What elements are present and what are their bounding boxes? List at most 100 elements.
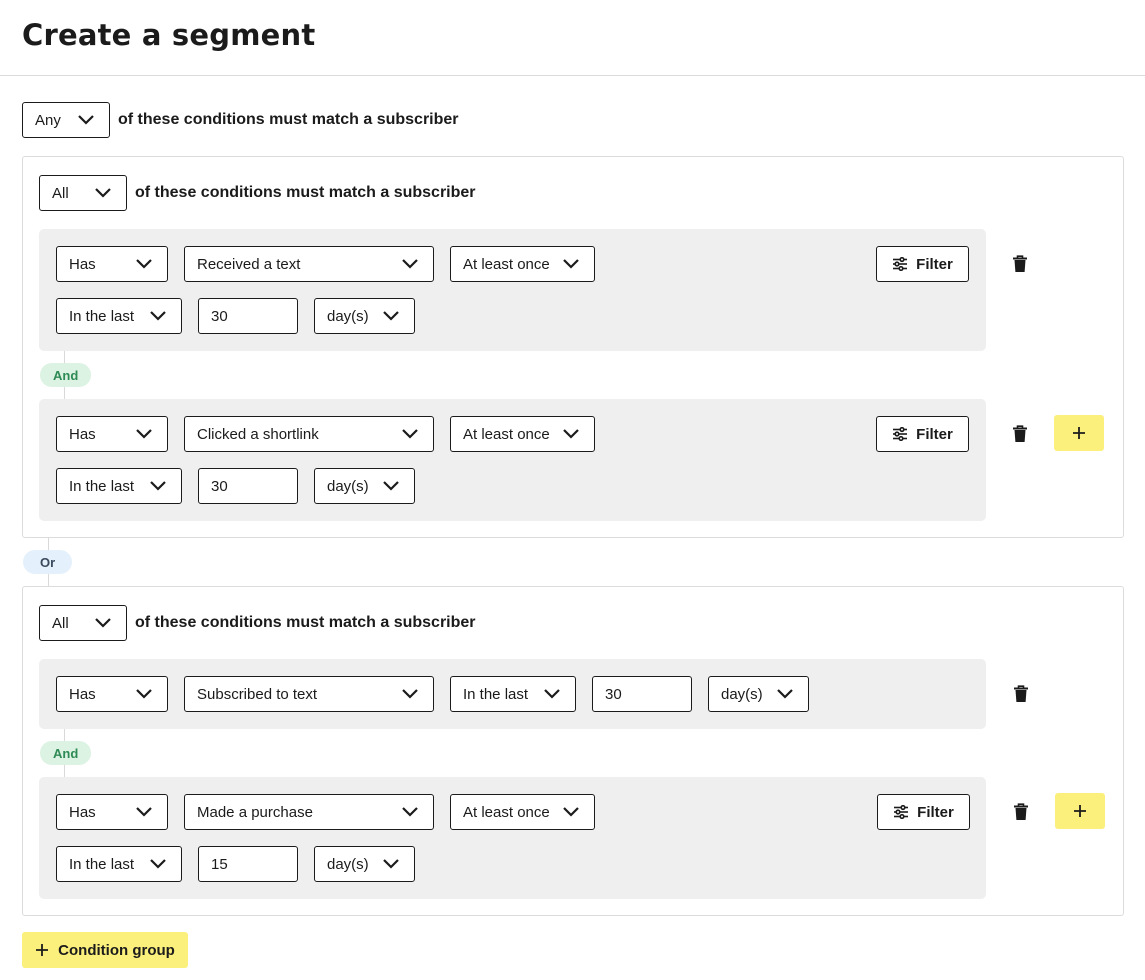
has-select[interactable]: Has <box>56 676 168 712</box>
trash-icon[interactable] <box>1013 803 1029 821</box>
chevron-down-icon <box>150 311 166 321</box>
frequency-select[interactable]: At least once <box>450 246 595 282</box>
frequency-select[interactable]: At least once <box>450 416 595 452</box>
chevron-down-icon <box>136 689 152 699</box>
window-value: In the last <box>69 477 135 495</box>
event-select[interactable]: Received a text <box>184 246 434 282</box>
chevron-down-icon <box>402 259 418 269</box>
add-condition-button[interactable] <box>1054 415 1104 451</box>
group-1-match-value: All <box>52 184 69 202</box>
sliders-icon <box>894 805 909 819</box>
chevron-down-icon <box>383 481 399 491</box>
has-value: Has <box>69 685 96 703</box>
frequency-value: At least once <box>463 255 550 273</box>
amount-value: 30 <box>211 477 228 495</box>
amount-value: 15 <box>211 855 228 873</box>
unit-select[interactable]: day(s) <box>708 676 809 712</box>
trash-icon[interactable] <box>1012 425 1028 443</box>
chevron-down-icon <box>402 807 418 817</box>
group-2-match-select[interactable]: All <box>39 605 127 641</box>
chevron-down-icon <box>544 689 560 699</box>
chevron-down-icon <box>136 807 152 817</box>
amount-input[interactable]: 15 <box>198 846 298 882</box>
group-1-match-select[interactable]: All <box>39 175 127 211</box>
has-value: Has <box>69 255 96 273</box>
has-select[interactable]: Has <box>56 794 168 830</box>
window-value: In the last <box>69 855 135 873</box>
chevron-down-icon <box>563 259 579 269</box>
window-select[interactable]: In the last <box>56 468 182 504</box>
event-select[interactable]: Made a purchase <box>184 794 434 830</box>
event-value: Received a text <box>197 255 301 273</box>
and-badge: And <box>40 363 92 387</box>
window-select[interactable]: In the last <box>56 298 182 334</box>
unit-select[interactable]: day(s) <box>314 468 415 504</box>
root-match-select[interactable]: Any <box>22 102 110 138</box>
unit-value: day(s) <box>721 685 763 703</box>
frequency-select[interactable]: At least once <box>450 794 595 830</box>
plus-icon <box>1074 805 1086 817</box>
add-condition-group-button[interactable]: Condition group <box>22 932 188 968</box>
sliders-icon <box>893 257 908 271</box>
group-2-condition-text: of these conditions must match a subscri… <box>135 614 476 631</box>
chevron-down-icon <box>136 429 152 439</box>
filter-label: Filter <box>916 425 953 443</box>
sliders-icon <box>893 427 908 441</box>
event-value: Subscribed to text <box>197 685 318 703</box>
trash-icon[interactable] <box>1012 255 1028 273</box>
and-badge: And <box>40 741 92 765</box>
unit-select[interactable]: day(s) <box>314 846 415 882</box>
group-2-match-value: All <box>52 614 69 632</box>
root-match-value: Any <box>35 111 61 129</box>
filter-label: Filter <box>916 255 953 273</box>
event-select[interactable]: Subscribed to text <box>184 676 434 712</box>
amount-input[interactable]: 30 <box>592 676 692 712</box>
window-value: In the last <box>69 307 135 325</box>
has-value: Has <box>69 803 96 821</box>
add-condition-group-label: Condition group <box>58 941 175 959</box>
filter-button[interactable]: Filter <box>877 794 970 830</box>
amount-value: 30 <box>605 685 622 703</box>
unit-value: day(s) <box>327 855 369 873</box>
window-value: In the last <box>463 685 529 703</box>
chevron-down-icon <box>383 859 399 869</box>
frequency-value: At least once <box>463 425 550 443</box>
plus-icon <box>1073 427 1085 439</box>
root-condition-text: of these conditions must match a subscri… <box>118 111 459 128</box>
filter-button[interactable]: Filter <box>876 416 969 452</box>
chevron-down-icon <box>78 115 94 125</box>
event-value: Made a purchase <box>197 803 313 821</box>
amount-value: 30 <box>211 307 228 325</box>
add-condition-button[interactable] <box>1055 793 1105 829</box>
chevron-down-icon <box>563 429 579 439</box>
chevron-down-icon <box>95 188 111 198</box>
filter-label: Filter <box>917 803 954 821</box>
unit-value: day(s) <box>327 477 369 495</box>
amount-input[interactable]: 30 <box>198 468 298 504</box>
filter-button[interactable]: Filter <box>876 246 969 282</box>
plus-icon <box>36 944 49 956</box>
unit-select[interactable]: day(s) <box>314 298 415 334</box>
event-select[interactable]: Clicked a shortlink <box>184 416 434 452</box>
has-select[interactable]: Has <box>56 416 168 452</box>
chevron-down-icon <box>563 807 579 817</box>
chevron-down-icon <box>402 689 418 699</box>
chevron-down-icon <box>95 618 111 628</box>
chevron-down-icon <box>777 689 793 699</box>
amount-input[interactable]: 30 <box>198 298 298 334</box>
chevron-down-icon <box>136 259 152 269</box>
chevron-down-icon <box>402 429 418 439</box>
header: Create a segment <box>0 0 1145 76</box>
window-select[interactable]: In the last <box>56 846 182 882</box>
page-title: Create a segment <box>22 18 316 52</box>
unit-value: day(s) <box>327 307 369 325</box>
has-select[interactable]: Has <box>56 246 168 282</box>
chevron-down-icon <box>150 481 166 491</box>
window-select[interactable]: In the last <box>450 676 576 712</box>
or-badge: Or <box>23 550 73 574</box>
trash-icon[interactable] <box>1013 685 1029 703</box>
group-1-condition-text: of these conditions must match a subscri… <box>135 184 476 201</box>
has-value: Has <box>69 425 96 443</box>
chevron-down-icon <box>383 311 399 321</box>
event-value: Clicked a shortlink <box>197 425 319 443</box>
